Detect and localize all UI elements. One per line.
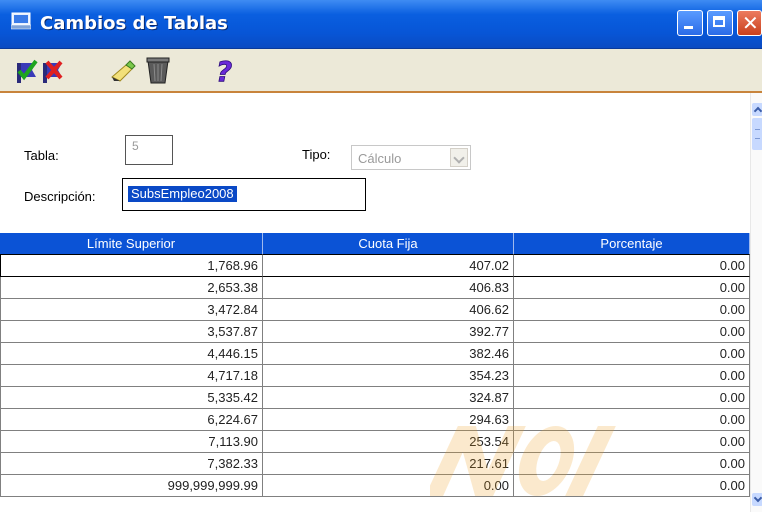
cell-porcentaje[interactable]: 0.00 xyxy=(514,299,750,321)
descripcion-selected-text: SubsEmpleo2008 xyxy=(128,186,237,202)
svg-text:?: ? xyxy=(216,55,232,85)
table-row[interactable]: 5,335.42 324.87 0.00 xyxy=(0,387,750,409)
cell-porcentaje[interactable]: 0.00 xyxy=(514,343,750,365)
cell-limite-superior[interactable]: 4,717.18 xyxy=(0,365,263,387)
table-row[interactable]: 4,717.18 354.23 0.00 xyxy=(0,365,750,387)
cell-cuota-fija[interactable]: 392.77 xyxy=(263,321,514,343)
title-bar: Cambios de Tablas ✕ xyxy=(0,0,762,49)
column-header-porcentaje[interactable]: Porcentaje xyxy=(514,233,750,254)
table-row[interactable]: 3,537.87 392.77 0.00 xyxy=(0,321,750,343)
cell-limite-superior[interactable]: 2,653.38 xyxy=(0,277,263,299)
cell-limite-superior[interactable]: 999,999,999.99 xyxy=(0,475,263,497)
cell-limite-superior[interactable]: 1,768.96 xyxy=(0,254,263,277)
cell-porcentaje[interactable]: 0.00 xyxy=(514,365,750,387)
noi-watermark-logo xyxy=(430,426,616,496)
column-header-cuota-fija[interactable]: Cuota Fija xyxy=(263,233,514,254)
scrollbar-thumb[interactable] xyxy=(752,118,762,150)
cell-cuota-fija[interactable]: 324.87 xyxy=(263,387,514,409)
grid-header: Límite Superior Cuota Fija Porcentaje xyxy=(0,233,750,254)
app-window-icon xyxy=(11,12,31,30)
pencil-icon[interactable] xyxy=(110,55,136,85)
cell-limite-superior[interactable]: 3,537.87 xyxy=(0,321,263,343)
column-header-limite-superior[interactable]: Límite Superior xyxy=(0,233,263,254)
cell-cuota-fija[interactable]: 406.62 xyxy=(263,299,514,321)
table-row[interactable]: 3,472.84 406.62 0.00 xyxy=(0,299,750,321)
header-form: Tabla: 5 Tipo: Cálculo Descripción: Subs… xyxy=(0,93,750,233)
table-row[interactable]: 6,224.67 294.63 0.00 xyxy=(0,409,750,431)
question-mark-icon[interactable]: ? xyxy=(213,55,239,85)
minimize-button[interactable] xyxy=(677,10,703,36)
table-row[interactable]: 2,653.38 406.83 0.00 xyxy=(0,277,750,299)
scroll-up-icon[interactable] xyxy=(752,103,762,116)
cell-limite-superior[interactable]: 6,224.67 xyxy=(0,409,263,431)
cell-cuota-fija[interactable]: 407.02 xyxy=(263,254,514,277)
cell-cuota-fija[interactable]: 406.83 xyxy=(263,277,514,299)
tabla-label: Tabla: xyxy=(24,148,59,163)
cell-cuota-fija[interactable]: 382.46 xyxy=(263,343,514,365)
cell-porcentaje[interactable]: 0.00 xyxy=(514,321,750,343)
cell-cuota-fija[interactable]: 354.23 xyxy=(263,365,514,387)
cell-limite-superior[interactable]: 3,472.84 xyxy=(0,299,263,321)
cell-limite-superior[interactable]: 4,446.15 xyxy=(0,343,263,365)
toolbar: ? xyxy=(0,49,762,93)
tipo-selected-value: Cálculo xyxy=(358,151,402,166)
cell-porcentaje[interactable]: 0.00 xyxy=(514,254,750,277)
table-row[interactable]: 1,768.96 407.02 0.00 xyxy=(0,254,750,277)
cell-porcentaje[interactable]: 0.00 xyxy=(514,387,750,409)
cell-porcentaje[interactable]: 0.00 xyxy=(514,277,750,299)
descripcion-label: Descripción: xyxy=(24,189,96,204)
cancel-flag-icon[interactable] xyxy=(40,55,66,85)
cell-limite-superior[interactable]: 7,382.33 xyxy=(0,453,263,475)
close-icon: ✕ xyxy=(742,11,759,35)
cell-limite-superior[interactable]: 5,335.42 xyxy=(0,387,263,409)
table-row[interactable]: 999,999,999.99 0.00 0.00 xyxy=(0,475,750,497)
close-button[interactable]: ✕ xyxy=(737,10,762,36)
tabla-input[interactable]: 5 xyxy=(125,135,173,165)
table-row[interactable]: 7,382.33 217.61 0.00 xyxy=(0,453,750,475)
vertical-scrollbar[interactable] xyxy=(750,93,762,512)
chevron-down-icon[interactable] xyxy=(450,148,468,167)
maximize-button[interactable] xyxy=(707,10,733,36)
table-row[interactable]: 4,446.15 382.46 0.00 xyxy=(0,343,750,365)
tabla-grid: Límite Superior Cuota Fija Porcentaje 1,… xyxy=(0,233,750,497)
cell-limite-superior[interactable]: 7,113.90 xyxy=(0,431,263,453)
scroll-down-icon[interactable] xyxy=(752,493,762,506)
window-title: Cambios de Tablas xyxy=(40,13,228,34)
trash-icon[interactable] xyxy=(145,55,171,85)
check-flag-icon[interactable] xyxy=(14,55,40,85)
descripcion-input[interactable]: SubsEmpleo2008 xyxy=(122,178,366,211)
tipo-select[interactable]: Cálculo xyxy=(351,145,471,170)
table-row[interactable]: 7,113.90 253.54 0.00 xyxy=(0,431,750,453)
tipo-label: Tipo: xyxy=(302,147,331,162)
